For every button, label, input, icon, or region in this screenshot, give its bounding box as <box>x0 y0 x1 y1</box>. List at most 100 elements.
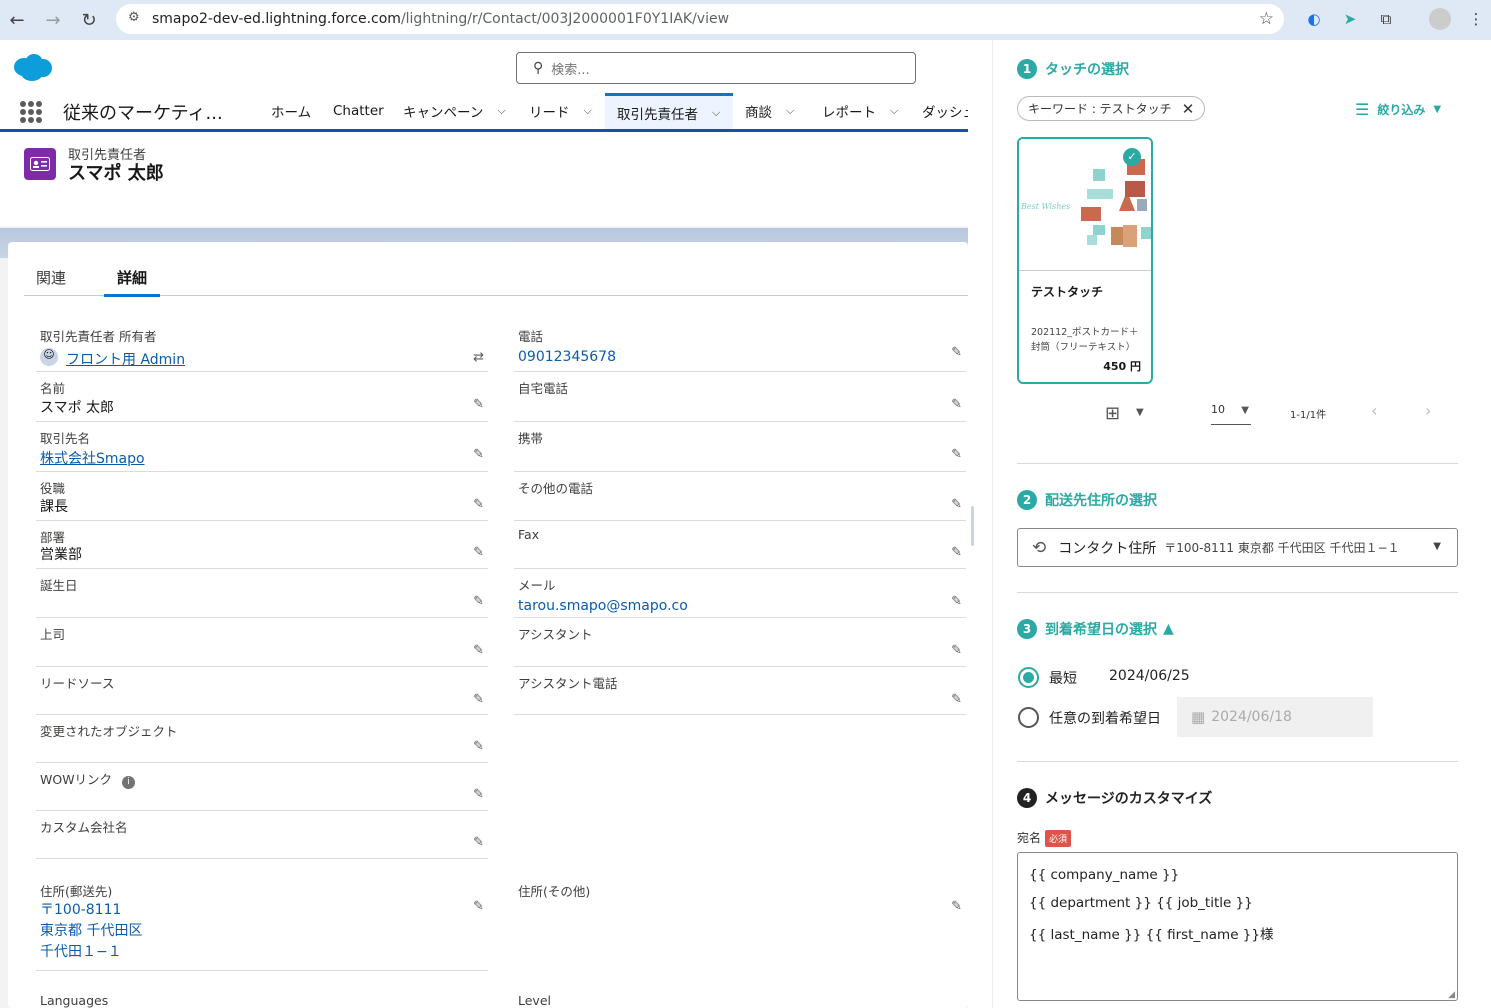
pencil-edit-icon[interactable]: ✎ <box>951 345 962 360</box>
address-line-2[interactable]: 東京都 千代田区 <box>40 921 142 942</box>
pencil-edit-icon[interactable]: ✎ <box>473 397 484 412</box>
pencil-edit-icon[interactable]: ✎ <box>473 594 484 609</box>
nav-item-home[interactable]: ホーム <box>271 93 311 129</box>
chevron-down-icon[interactable]: ⌵ <box>497 104 505 118</box>
chevron-down-icon[interactable]: ⌵ <box>890 104 898 118</box>
account-link[interactable]: 株式会社Smapo <box>40 449 145 470</box>
email-link[interactable]: tarou.smapo@smapo.co <box>518 596 688 617</box>
pencil-edit-icon[interactable]: ✎ <box>951 692 962 707</box>
section-divider <box>1017 463 1458 464</box>
extensions-puzzle-icon[interactable]: ⧉ <box>1375 8 1397 30</box>
recipient-textarea[interactable]: {{ company_name }} {{ department }} {{ j… <box>1017 852 1458 1001</box>
resize-grip-icon[interactable]: ◢ <box>1448 990 1455 1000</box>
site-info-icon[interactable]: ⚙ <box>128 10 140 25</box>
grid-view-icon[interactable]: ⊞ <box>1105 403 1120 424</box>
address-bar[interactable]: ⚙ smapo2-dev-ed.lightning.force.com/ligh… <box>116 4 1284 34</box>
back-icon[interactable]: ← <box>0 3 34 37</box>
tab-related[interactable]: 関連 <box>36 267 66 288</box>
caret-down-icon[interactable]: ▼ <box>1136 407 1144 418</box>
touch-card[interactable]: Best Wishes ✓ テストタッチ 202112_ポストカード＋封筒（フリ… <box>1017 137 1153 384</box>
nav-item-campaigns[interactable]: キャンペーン ⌵ <box>403 93 506 129</box>
chevron-down-icon[interactable]: ⌵ <box>712 106 720 120</box>
pencil-edit-icon[interactable]: ✎ <box>951 545 962 560</box>
pencil-edit-icon[interactable]: ✎ <box>951 594 962 609</box>
address-line-3[interactable]: 千代田１−１ <box>40 942 122 963</box>
phone-link[interactable]: 09012345678 <box>518 347 616 368</box>
nav-label: キャンペーン <box>403 105 484 121</box>
panel-resize-handle[interactable] <box>971 506 974 546</box>
field-label: 電話 <box>518 329 544 344</box>
radio-shortest[interactable] <box>1018 667 1039 688</box>
chevron-down-icon[interactable]: ⌵ <box>786 104 794 118</box>
date-input[interactable]: ▦ 2024/06/18 <box>1177 697 1373 737</box>
info-icon[interactable]: i <box>122 776 136 789</box>
pencil-edit-icon[interactable]: ✎ <box>473 447 484 462</box>
reload-icon[interactable]: ↻ <box>72 3 106 37</box>
bookmark-star-icon[interactable]: ☆ <box>1259 9 1274 29</box>
pencil-edit-icon[interactable]: ✎ <box>951 397 962 412</box>
step-number: 4 <box>1017 788 1037 808</box>
nav-item-leads[interactable]: リード ⌵ <box>529 93 592 129</box>
message-line: {{ company_name }} <box>1029 867 1180 883</box>
contact-icon <box>24 148 56 180</box>
pencil-edit-icon[interactable]: ✎ <box>473 787 484 802</box>
step-title: 到着希望日の選択 <box>1045 622 1157 638</box>
radio-custom-label: 任意の到着希望日 <box>1049 711 1161 727</box>
owner-link[interactable]: フロント用 Admin <box>66 350 185 371</box>
radio-shortest-label: 最短 <box>1049 671 1077 687</box>
per-page-value: 10 <box>1211 403 1225 416</box>
field-other-phone: その他の電話 ✎ <box>514 472 966 521</box>
field-value: 営業部 <box>40 547 82 563</box>
caret-down-icon: ▼ <box>1433 104 1442 115</box>
nav-item-reports[interactable]: レポート ⌵ <box>822 93 898 129</box>
pencil-edit-icon[interactable]: ✎ <box>951 899 962 914</box>
pencil-edit-icon[interactable]: ✎ <box>951 497 962 512</box>
address-line-1[interactable]: 〒100-8111 <box>40 900 121 921</box>
app-launcher-icon[interactable] <box>20 101 42 123</box>
pencil-edit-icon[interactable]: ✎ <box>951 643 962 658</box>
nav-label: 商談 <box>745 105 772 121</box>
change-owner-icon[interactable]: ⇄ <box>473 350 484 365</box>
field-label: 自宅電話 <box>518 381 569 396</box>
close-icon[interactable]: ✕ <box>1182 100 1195 118</box>
prev-page-icon[interactable]: ‹ <box>1371 401 1377 420</box>
password-extension-icon[interactable]: ◐ <box>1303 8 1325 30</box>
pencil-edit-icon[interactable]: ✎ <box>473 899 484 914</box>
per-page-select[interactable]: 10 ▼ <box>1211 403 1251 425</box>
forward-icon[interactable]: → <box>36 3 70 37</box>
tab-detail[interactable]: 詳細 <box>104 267 160 297</box>
salesforce-logo[interactable] <box>12 53 53 83</box>
field-wow-link: WOWリンク i ✎ <box>36 763 488 811</box>
browser-menu-icon[interactable]: ⋮ <box>1465 8 1487 30</box>
nav-item-opportunities[interactable]: 商談 ⌵ <box>745 93 794 129</box>
keyword-filter-chip[interactable]: キーワード : テストタッチ ✕ <box>1017 96 1206 121</box>
filter-label: 絞り込み <box>1377 103 1426 117</box>
pencil-edit-icon[interactable]: ✎ <box>473 497 484 512</box>
chevron-down-icon[interactable]: ⌵ <box>584 104 592 118</box>
pencil-edit-icon[interactable]: ✎ <box>473 643 484 658</box>
pencil-edit-icon[interactable]: ✎ <box>473 835 484 850</box>
step-2-heading: 2 配送先住所の選択 <box>1017 490 1157 510</box>
field-label: 名前 <box>40 381 66 396</box>
nav-item-contacts[interactable]: 取引先責任者 ⌵ <box>605 93 733 129</box>
field-label: Fax <box>518 527 540 542</box>
nav-item-dashboards[interactable]: ダッシュ <box>922 93 968 129</box>
address-label: コンタクト住所 <box>1058 540 1157 557</box>
filter-button[interactable]: ☰ 絞り込み ▼ <box>1355 100 1441 119</box>
field-home-phone: 自宅電話 ✎ <box>514 372 966 422</box>
address-select[interactable]: ⟲ コンタクト住所 〒100-8111 東京都 千代田区 千代田１−１ ▼ <box>1017 528 1458 567</box>
nav-item-chatter[interactable]: Chatter <box>333 93 384 129</box>
pencil-edit-icon[interactable]: ✎ <box>473 545 484 560</box>
send-extension-icon[interactable]: ➤ <box>1339 8 1361 30</box>
pencil-edit-icon[interactable]: ✎ <box>473 692 484 707</box>
next-page-icon[interactable]: › <box>1425 401 1431 420</box>
global-search-input[interactable]: ⚲ 検索... <box>516 52 916 84</box>
profile-avatar[interactable] <box>1429 8 1451 30</box>
panel-divider <box>992 40 993 1008</box>
step-number: 1 <box>1017 59 1037 79</box>
field-assistant-phone: アシスタント電話 ✎ <box>514 667 966 715</box>
pencil-edit-icon[interactable]: ✎ <box>951 447 962 462</box>
pencil-edit-icon[interactable]: ✎ <box>473 739 484 754</box>
calendar-icon: ▦ <box>1191 708 1206 726</box>
radio-custom-date[interactable] <box>1018 707 1039 728</box>
